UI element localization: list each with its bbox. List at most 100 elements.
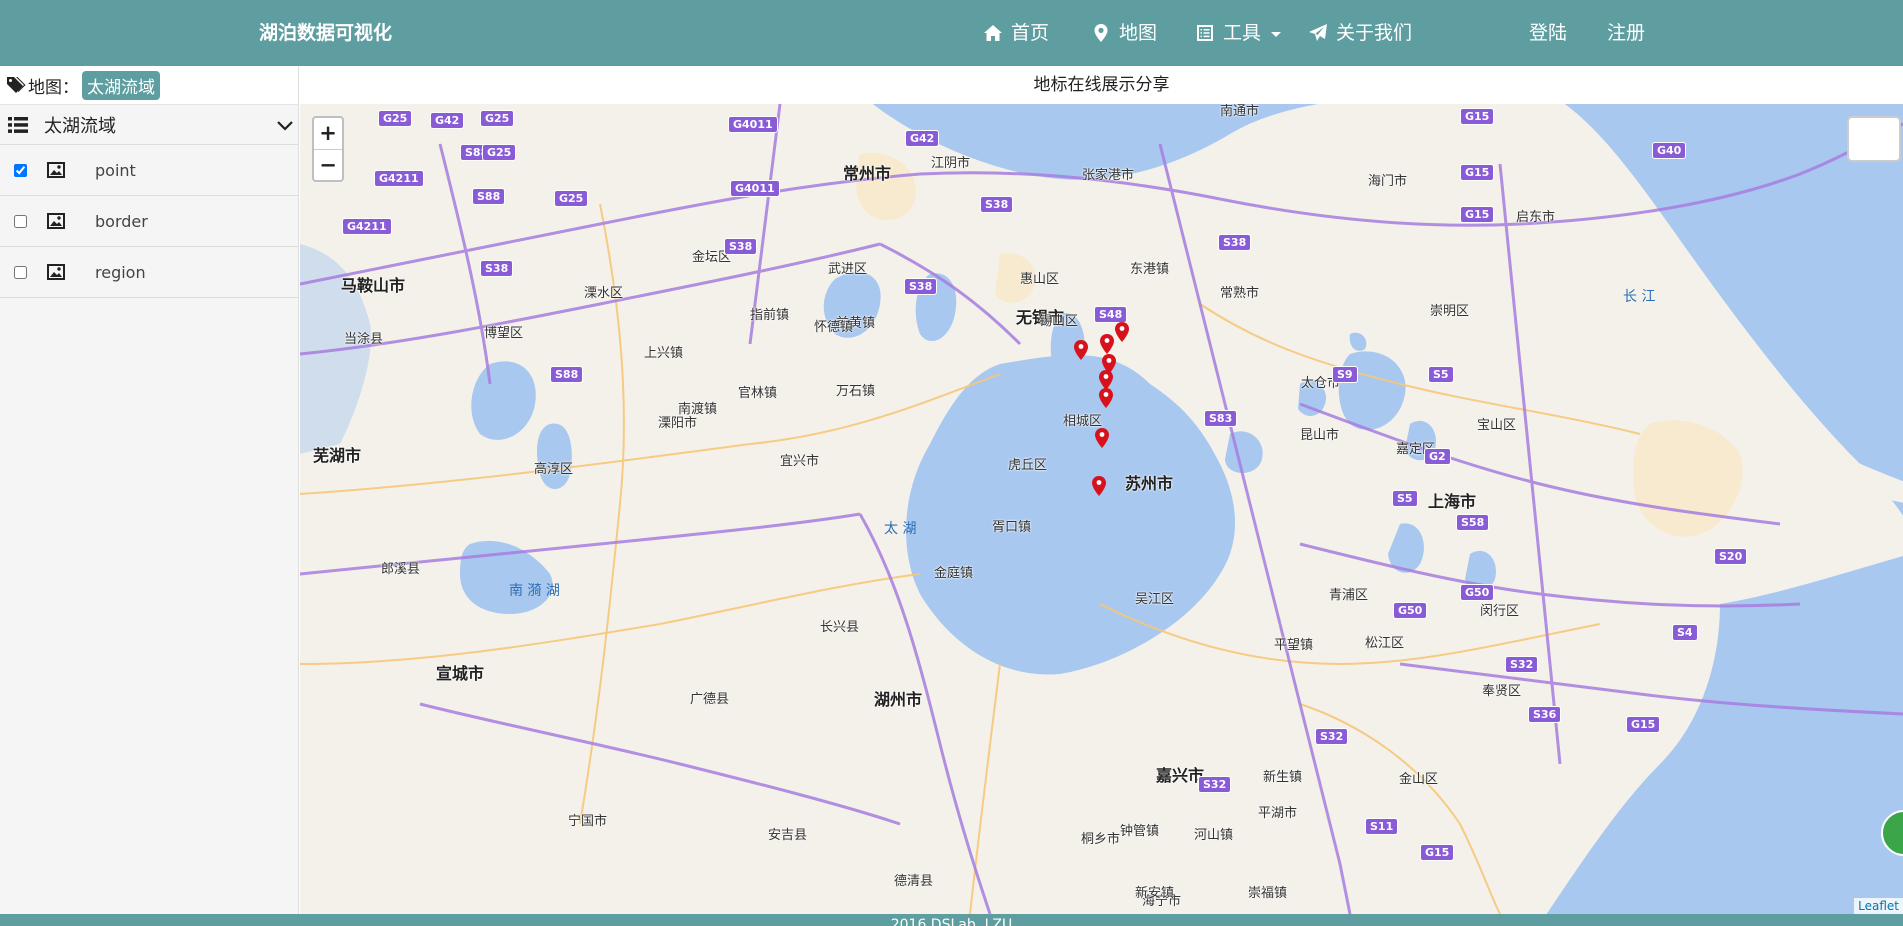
highway-shield: S38	[904, 278, 938, 295]
nav-login[interactable]: 登陆	[1529, 0, 1567, 66]
map-label-jinting: 金庭镇	[934, 566, 974, 581]
map-marker-pin[interactable]	[1092, 476, 1106, 496]
map-canvas[interactable]: 常州市 无锡市 苏州市 上海市 湖州市 嘉兴市 马鞍山市 芜湖市 宣城市 太 湖…	[300, 104, 1903, 914]
highway-shield: S58	[1456, 514, 1490, 531]
map-label-jiangyin: 江阴市	[931, 156, 971, 171]
nav-login-label: 登陆	[1529, 22, 1568, 44]
map-label-yixing: 宜兴市	[780, 454, 820, 469]
map-label-pingwang: 平望镇	[1274, 638, 1314, 653]
highway-shield: S5	[1392, 490, 1418, 507]
map-marker-pin[interactable]	[1099, 370, 1113, 390]
map-attribution[interactable]: Leaflet	[1854, 898, 1903, 914]
highway-shield: G15	[1626, 716, 1661, 733]
map-label-xishan: 锡山区	[1039, 314, 1079, 329]
layers-control-button[interactable]	[1847, 116, 1901, 162]
list-icon	[8, 116, 28, 133]
highway-shield: S11	[1365, 818, 1399, 835]
map-label-xinsheng: 新生镇	[1263, 770, 1303, 785]
highway-shield: G15	[1460, 206, 1495, 223]
map-label-lishui: 溧水区	[584, 286, 624, 301]
brand-title[interactable]: 湖泊数据可视化	[259, 0, 392, 66]
layer-checkbox-border[interactable]	[14, 214, 27, 228]
highway-shield: G4011	[730, 180, 780, 197]
map-label-langxi: 郎溪县	[381, 562, 421, 577]
zoom-control: + −	[312, 116, 344, 182]
map-label-text: 地图：	[28, 77, 79, 98]
map-label-qidong: 启东市	[1516, 210, 1556, 225]
tags-icon	[7, 77, 26, 93]
map-marker-pin[interactable]	[1099, 388, 1113, 408]
nav-map[interactable]: 地图	[1091, 0, 1157, 66]
current-map-row: 地图： 太湖流域	[0, 66, 298, 105]
map-label-wujin: 武进区	[828, 262, 868, 277]
highway-shield: S20	[1714, 548, 1748, 565]
zoom-in-button[interactable]: +	[314, 118, 342, 149]
zoom-out-button[interactable]: −	[314, 149, 342, 180]
layer-row-border: border	[0, 196, 298, 247]
home-icon	[984, 25, 1002, 41]
map-label-gaochun: 高淳区	[534, 462, 574, 477]
layer-name-border: border	[95, 211, 148, 231]
map-label-minhang: 闵行区	[1480, 604, 1520, 619]
map-label-jinshan: 金山区	[1399, 772, 1439, 787]
chevron-down-icon[interactable]	[276, 117, 294, 135]
highway-shield: G40	[1652, 142, 1687, 159]
map-label-guangde: 广德县	[690, 692, 730, 707]
map-label-baoshan: 宝山区	[1477, 418, 1517, 433]
highway-shield: G15	[1460, 108, 1495, 125]
highway-shield: S88	[472, 188, 506, 205]
map-label-chongfu: 崇福镇	[1248, 886, 1288, 901]
map-label-wanshi: 万石镇	[836, 384, 876, 399]
map-label-huaide: 怀德镇	[814, 320, 854, 335]
nav-map-label: 地图	[1119, 22, 1158, 44]
highway-shield: G4211	[374, 170, 424, 187]
layer-name-point: point	[95, 160, 136, 180]
layer-checkbox-point[interactable]	[14, 163, 27, 177]
highway-shield: G25	[480, 110, 515, 127]
highway-shield: S38	[724, 238, 758, 255]
map-label-fengxian: 奉贤区	[1482, 684, 1522, 699]
map-label-pinghu: 平湖市	[1258, 806, 1298, 821]
map-label-heshan: 河山镇	[1194, 828, 1234, 843]
nav-home[interactable]: 首页	[983, 0, 1049, 66]
map-label-kunshan: 昆山市	[1300, 428, 1340, 443]
map-title: 地标在线展示分享	[300, 66, 1903, 104]
highway-shield: S5	[1428, 366, 1454, 383]
map-label-taihu: 太 湖	[884, 521, 917, 537]
highway-shield: S32	[1315, 728, 1349, 745]
highway-shield: S36	[1528, 706, 1562, 723]
map-name-badge: 太湖流域	[82, 70, 160, 100]
highway-shield: G4211	[342, 218, 392, 235]
nav-tools-dropdown[interactable]: 工具	[1195, 0, 1282, 66]
highway-shield: S88	[550, 366, 584, 383]
map-label-suzhou: 苏州市	[1125, 474, 1174, 493]
nav-about[interactable]: 关于我们	[1308, 0, 1412, 66]
layer-checkbox-region[interactable]	[14, 265, 27, 279]
map-marker-pin[interactable]	[1095, 428, 1109, 448]
highway-shield: G15	[1460, 164, 1495, 181]
map-marker-pin[interactable]	[1074, 340, 1088, 360]
map-label-deqing: 德清县	[894, 874, 934, 889]
map-label-huzhou: 湖州市	[874, 690, 923, 709]
layer-row-region: region	[0, 247, 298, 298]
nav-register[interactable]: 注册	[1607, 0, 1645, 66]
map-label-shangxing: 上兴镇	[644, 346, 684, 361]
map-marker-pin[interactable]	[1100, 334, 1114, 354]
picture-icon	[47, 264, 65, 280]
map-label-xukou: 胥口镇	[992, 520, 1032, 535]
highway-shield: G25	[378, 110, 413, 127]
layer-sidebar: 地图： 太湖流域 太湖流域 point border region	[0, 66, 299, 914]
layer-group-header[interactable]: 太湖流域	[0, 105, 298, 145]
map-marker-pin[interactable]	[1115, 322, 1129, 342]
highway-shield: G42	[430, 112, 465, 129]
layer-group-title: 太湖流域	[44, 115, 116, 137]
nav-home-label: 首页	[1011, 22, 1050, 44]
picture-icon	[47, 162, 65, 178]
map-label-tongxiang: 桐乡市	[1081, 832, 1121, 847]
map-label-dongxi: 东港镇	[1130, 262, 1170, 277]
highway-shield: G4011	[728, 116, 778, 133]
map-label-xuancheng: 宣城市	[436, 664, 485, 683]
highway-shield: S9	[1332, 366, 1358, 383]
map-label-ningguo: 宁国市	[568, 814, 608, 829]
highway-shield: G15	[1420, 844, 1455, 861]
